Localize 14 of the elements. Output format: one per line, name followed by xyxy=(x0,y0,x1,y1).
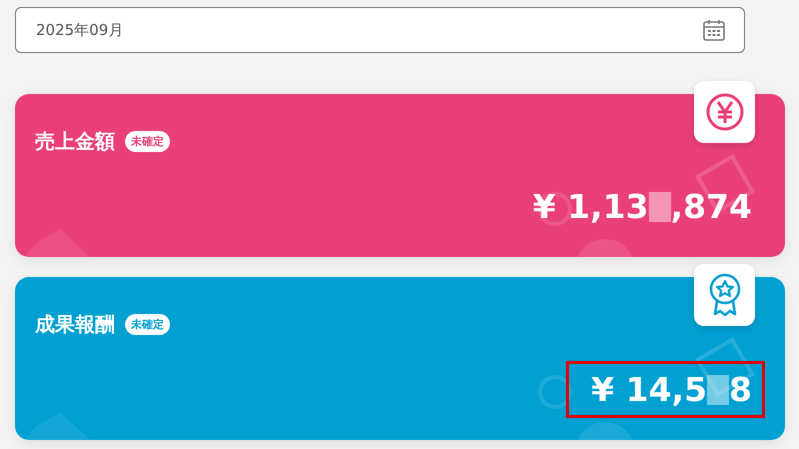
status-badge: 未確定 xyxy=(125,314,170,335)
background-shape xyxy=(25,412,90,440)
amount-value: ¥ 1,13 ,874 xyxy=(532,186,753,228)
amount-value: ¥ 14,5 8 xyxy=(566,361,765,418)
card-title: 成果報酬 xyxy=(35,311,115,338)
status-badge: 未確定 xyxy=(125,131,170,152)
calendar-icon[interactable] xyxy=(702,18,726,42)
month-field[interactable]: 2025年09月 xyxy=(15,7,745,53)
card-title: 売上金額 xyxy=(35,128,115,155)
background-shape xyxy=(25,229,90,257)
yen-icon xyxy=(704,92,744,132)
month-input[interactable]: 2025年09月 xyxy=(36,21,336,39)
background-shape xyxy=(575,422,635,440)
background-ring xyxy=(538,375,572,409)
